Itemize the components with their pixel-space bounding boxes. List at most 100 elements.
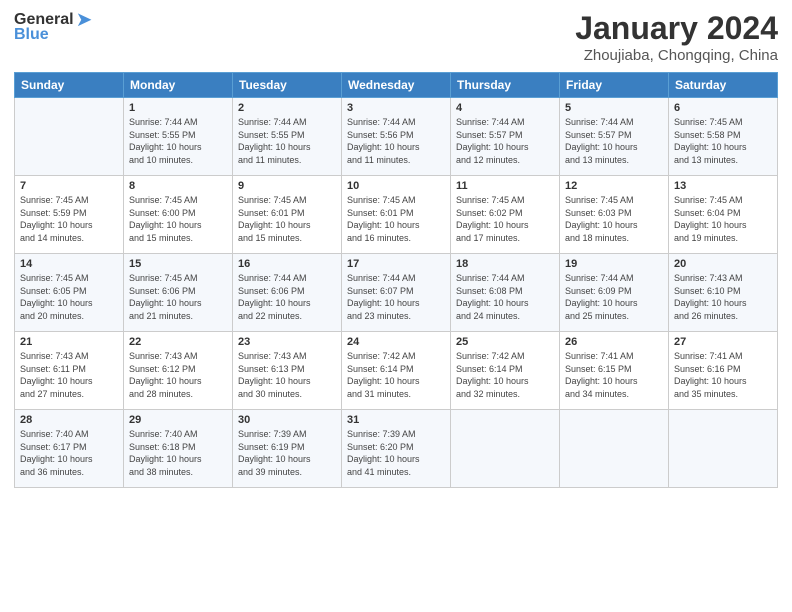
calendar-cell: 14 Sunrise: 7:45 AM Sunset: 6:05 PM Dayli… (15, 254, 124, 332)
day-info: Sunrise: 7:44 AM Sunset: 6:07 PM Dayligh… (347, 272, 445, 322)
day-number: 2 (238, 102, 336, 114)
day-number: 31 (347, 414, 445, 426)
weekday-header-wednesday: Wednesday (342, 73, 451, 98)
day-number: 13 (674, 180, 772, 192)
calendar-cell: 9 Sunrise: 7:45 AM Sunset: 6:01 PM Daylig… (233, 176, 342, 254)
weekday-header-tuesday: Tuesday (233, 73, 342, 98)
calendar-cell: 13 Sunrise: 7:45 AM Sunset: 6:04 PM Dayli… (669, 176, 778, 254)
day-info: Sunrise: 7:43 AM Sunset: 6:13 PM Dayligh… (238, 350, 336, 400)
calendar-cell: 3 Sunrise: 7:44 AM Sunset: 5:56 PM Daylig… (342, 98, 451, 176)
calendar-cell: 27Sunrise: 7:41 AM Sunset: 6:16 PM Dayli… (669, 332, 778, 410)
calendar-cell: 18 Sunrise: 7:44 AM Sunset: 6:08 PM Dayli… (451, 254, 560, 332)
calendar-cell: 10 Sunrise: 7:45 AM Sunset: 6:01 PM Dayli… (342, 176, 451, 254)
day-info: Sunrise: 7:41 AM Sunset: 6:15 PM Dayligh… (565, 350, 663, 400)
day-number: 20 (674, 258, 772, 270)
day-info: Sunrise: 7:45 AM Sunset: 6:04 PM Dayligh… (674, 194, 772, 244)
day-info: Sunrise: 7:44 AM Sunset: 6:06 PM Dayligh… (238, 272, 336, 322)
day-number: 1 (129, 102, 227, 114)
day-info: Sunrise: 7:43 AM Sunset: 6:10 PM Dayligh… (674, 272, 772, 322)
day-info: Sunrise: 7:43 AM Sunset: 6:11 PM Dayligh… (20, 350, 118, 400)
day-number: 29 (129, 414, 227, 426)
week-row-0: 1 Sunrise: 7:44 AM Sunset: 5:55 PM Daylig… (15, 98, 778, 176)
calendar-cell: 2 Sunrise: 7:44 AM Sunset: 5:55 PM Daylig… (233, 98, 342, 176)
day-info: Sunrise: 7:39 AM Sunset: 6:19 PM Dayligh… (238, 428, 336, 478)
logo-bird-icon: ➤ (76, 10, 93, 30)
day-info: Sunrise: 7:43 AM Sunset: 6:12 PM Dayligh… (129, 350, 227, 400)
day-number: 25 (456, 336, 554, 348)
day-info: Sunrise: 7:39 AM Sunset: 6:20 PM Dayligh… (347, 428, 445, 478)
day-number: 21 (20, 336, 118, 348)
day-info: Sunrise: 7:42 AM Sunset: 6:14 PM Dayligh… (456, 350, 554, 400)
calendar-cell: 19 Sunrise: 7:44 AM Sunset: 6:09 PM Dayli… (560, 254, 669, 332)
calendar-cell: 1 Sunrise: 7:44 AM Sunset: 5:55 PM Daylig… (124, 98, 233, 176)
day-number: 26 (565, 336, 663, 348)
day-info: Sunrise: 7:45 AM Sunset: 6:03 PM Dayligh… (565, 194, 663, 244)
day-info: Sunrise: 7:40 AM Sunset: 6:17 PM Dayligh… (20, 428, 118, 478)
day-info: Sunrise: 7:45 AM Sunset: 6:02 PM Dayligh… (456, 194, 554, 244)
day-number: 9 (238, 180, 336, 192)
calendar-cell: 31 Sunrise: 7:39 AM Sunset: 6:20 PM Dayli… (342, 410, 451, 488)
calendar-cell (15, 98, 124, 176)
week-row-2: 14 Sunrise: 7:45 AM Sunset: 6:05 PM Dayli… (15, 254, 778, 332)
calendar-cell: 16Sunrise: 7:44 AM Sunset: 6:06 PM Dayli… (233, 254, 342, 332)
day-info: Sunrise: 7:45 AM Sunset: 6:01 PM Dayligh… (238, 194, 336, 244)
weekday-header-row: SundayMondayTuesdayWednesdayThursdayFrid… (15, 73, 778, 98)
day-number: 30 (238, 414, 336, 426)
title-area: January 2024 Zhoujiaba, Chongqing, China (575, 10, 778, 64)
calendar-cell: 21 Sunrise: 7:43 AM Sunset: 6:11 PM Dayli… (15, 332, 124, 410)
day-number: 12 (565, 180, 663, 192)
day-number: 15 (129, 258, 227, 270)
day-info: Sunrise: 7:44 AM Sunset: 6:09 PM Dayligh… (565, 272, 663, 322)
day-number: 18 (456, 258, 554, 270)
week-row-4: 28 Sunrise: 7:40 AM Sunset: 6:17 PM Dayli… (15, 410, 778, 488)
page: General ➤ Blue January 2024 Zhoujiaba, C… (0, 0, 792, 612)
calendar-cell: 6 Sunrise: 7:45 AM Sunset: 5:58 PM Daylig… (669, 98, 778, 176)
day-number: 19 (565, 258, 663, 270)
day-number: 3 (347, 102, 445, 114)
day-number: 11 (456, 180, 554, 192)
calendar-cell: 24 Sunrise: 7:42 AM Sunset: 6:14 PM Dayli… (342, 332, 451, 410)
calendar-cell: 25 Sunrise: 7:42 AM Sunset: 6:14 PM Dayli… (451, 332, 560, 410)
calendar-cell (451, 410, 560, 488)
calendar-cell: 12 Sunrise: 7:45 AM Sunset: 6:03 PM Dayli… (560, 176, 669, 254)
day-number: 7 (20, 180, 118, 192)
calendar-cell: 26 Sunrise: 7:41 AM Sunset: 6:15 PM Dayli… (560, 332, 669, 410)
day-number: 4 (456, 102, 554, 114)
day-info: Sunrise: 7:45 AM Sunset: 5:58 PM Dayligh… (674, 116, 772, 166)
calendar-cell: 17Sunrise: 7:44 AM Sunset: 6:07 PM Dayli… (342, 254, 451, 332)
day-number: 10 (347, 180, 445, 192)
calendar-cell: 29Sunrise: 7:40 AM Sunset: 6:18 PM Dayli… (124, 410, 233, 488)
day-info: Sunrise: 7:44 AM Sunset: 5:55 PM Dayligh… (238, 116, 336, 166)
day-number: 23 (238, 336, 336, 348)
subtitle: Zhoujiaba, Chongqing, China (575, 47, 778, 64)
day-info: Sunrise: 7:44 AM Sunset: 5:57 PM Dayligh… (565, 116, 663, 166)
weekday-header-saturday: Saturday (669, 73, 778, 98)
week-row-1: 7Sunrise: 7:45 AM Sunset: 5:59 PM Daylig… (15, 176, 778, 254)
calendar-cell (669, 410, 778, 488)
logo-blue-text: Blue (14, 26, 49, 44)
day-info: Sunrise: 7:44 AM Sunset: 5:55 PM Dayligh… (129, 116, 227, 166)
day-number: 8 (129, 180, 227, 192)
day-number: 24 (347, 336, 445, 348)
day-info: Sunrise: 7:44 AM Sunset: 5:56 PM Dayligh… (347, 116, 445, 166)
logo: General ➤ Blue (14, 10, 92, 44)
day-info: Sunrise: 7:45 AM Sunset: 6:00 PM Dayligh… (129, 194, 227, 244)
day-number: 6 (674, 102, 772, 114)
calendar-cell: 15 Sunrise: 7:45 AM Sunset: 6:06 PM Dayli… (124, 254, 233, 332)
day-info: Sunrise: 7:45 AM Sunset: 6:06 PM Dayligh… (129, 272, 227, 322)
calendar-cell: 4 Sunrise: 7:44 AM Sunset: 5:57 PM Daylig… (451, 98, 560, 176)
calendar-cell: 7Sunrise: 7:45 AM Sunset: 5:59 PM Daylig… (15, 176, 124, 254)
day-info: Sunrise: 7:42 AM Sunset: 6:14 PM Dayligh… (347, 350, 445, 400)
day-number: 28 (20, 414, 118, 426)
day-number: 14 (20, 258, 118, 270)
day-number: 22 (129, 336, 227, 348)
calendar-cell: 8 Sunrise: 7:45 AM Sunset: 6:00 PM Daylig… (124, 176, 233, 254)
day-info: Sunrise: 7:44 AM Sunset: 5:57 PM Dayligh… (456, 116, 554, 166)
day-info: Sunrise: 7:41 AM Sunset: 6:16 PM Dayligh… (674, 350, 772, 400)
day-info: Sunrise: 7:45 AM Sunset: 6:05 PM Dayligh… (20, 272, 118, 322)
calendar-cell: 28 Sunrise: 7:40 AM Sunset: 6:17 PM Dayli… (15, 410, 124, 488)
day-info: Sunrise: 7:45 AM Sunset: 6:01 PM Dayligh… (347, 194, 445, 244)
calendar-cell: 22 Sunrise: 7:43 AM Sunset: 6:12 PM Dayli… (124, 332, 233, 410)
calendar-cell (560, 410, 669, 488)
day-info: Sunrise: 7:44 AM Sunset: 6:08 PM Dayligh… (456, 272, 554, 322)
